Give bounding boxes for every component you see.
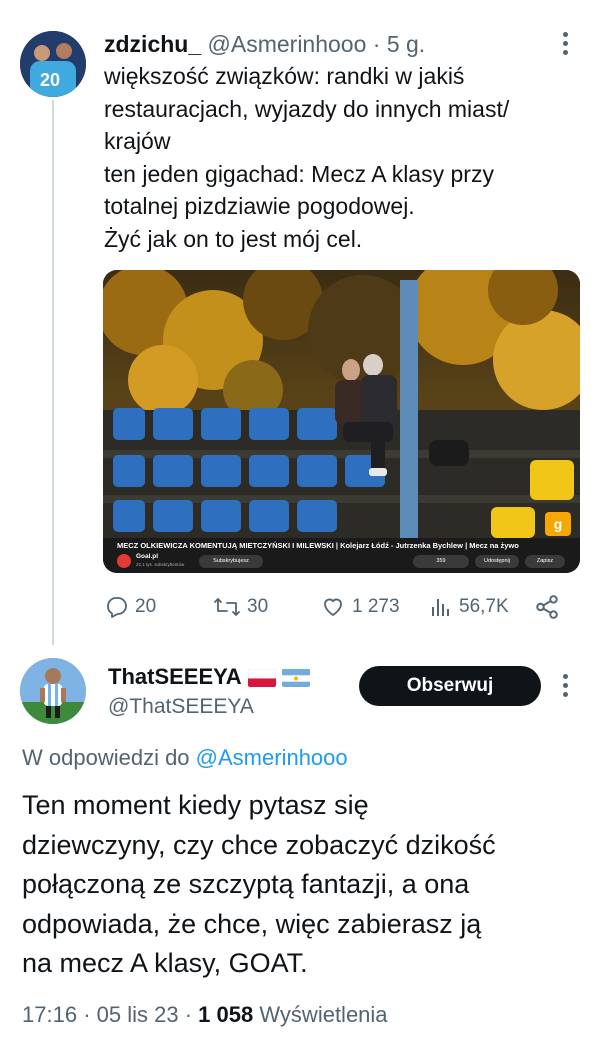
reply-to-link[interactable]: @Asmerinhooo [196, 745, 348, 770]
channel-badge-icon: g [545, 512, 571, 536]
svg-text:20: 20 [40, 70, 60, 90]
reply-count: 20 [135, 596, 157, 617]
share-button[interactable] [534, 592, 565, 622]
tweet1-header: zdzichu_ @Asmerinhooo · 5 g. [104, 30, 425, 58]
argentina-flag-icon [281, 668, 310, 687]
display-name[interactable]: zdzichu_ [104, 31, 201, 57]
display-name[interactable]: ThatSEEEYA [108, 664, 242, 690]
views-button[interactable]: 56,7K [428, 592, 509, 622]
tweet-text-line: większość związków: randki w jakiś [104, 63, 465, 89]
tweet-text-line: restauracjach, wyjazdy do innych miast/ [104, 95, 510, 122]
tweet-text-line: krajów [104, 128, 171, 154]
avatar-thatseeeya[interactable] [20, 658, 86, 724]
video-save-pill: Zapisz [525, 555, 565, 568]
tweet-text-line: połączoną ze szczyptą fantazji, a ona [22, 869, 470, 899]
channel-logo-icon [117, 554, 131, 568]
tweet-time[interactable]: 17:16 [22, 1002, 77, 1027]
heart-icon [324, 598, 342, 616]
views-label: Wyświetlenia [259, 1002, 388, 1027]
tweet-original: 20 zdzichu_ @Asmerinhooo · 5 g. większoś… [0, 0, 600, 645]
views-number: 1 058 [198, 1002, 254, 1027]
like-button[interactable]: 1 273 [319, 592, 400, 622]
stadium-photo [103, 270, 580, 538]
video-title: MECZ OLKIEWICZA KOMENTUJĄ MIETCZYŃSKI I … [117, 541, 519, 550]
tweet-reply: ThatSEEEYA @ThatSEEEYA Obserwuj W odpowi… [0, 640, 600, 1047]
tweet-text-line: Żyć jak on to jest mój cel. [104, 225, 363, 252]
tweet-text-line: na mecz A klasy, GOAT. [22, 948, 308, 978]
tweet-date[interactable]: 05 lis 23 [97, 1002, 179, 1027]
tweet2-meta: 17:16 · 05 lis 23 · 1 058 Wyświetlenia [22, 1002, 388, 1027]
timestamp[interactable]: · 5 g. [373, 31, 425, 57]
more-options-icon[interactable] [563, 32, 569, 59]
reply-icon [107, 597, 127, 618]
tweet-text-line: odpowiada, że chce, więc zabierasz ją [22, 908, 482, 939]
tweet-media-image[interactable]: MECZ OLKIEWICZA KOMENTUJĄ MIETCZYŃSKI I … [103, 270, 580, 573]
share-icon [536, 595, 558, 619]
reply-button[interactable]: 20 [104, 592, 156, 622]
channel-name: Goal.pl [136, 553, 159, 560]
reply-author-name-row[interactable]: ThatSEEEYA [108, 664, 310, 690]
replying-to: W odpowiedzi do @Asmerinhooo [22, 745, 348, 771]
tweet2-text: Ten moment kiedy pytasz się dziewczyny, … [22, 786, 582, 984]
retweet-button[interactable]: 30 [212, 592, 268, 622]
tweet-text-line: ten jeden gigachad: Mecz A klasy przy [104, 160, 494, 187]
views-chart-icon [432, 599, 449, 616]
handle[interactable]: @Asmerinhooo [208, 31, 367, 57]
retweet-icon [214, 598, 240, 616]
tweet1-text: większość związków: randki w jakiś resta… [104, 60, 584, 255]
tweet1-actions: 20 30 1 273 56,7K [104, 592, 574, 622]
avatar-zdzichu[interactable]: 20 [20, 31, 86, 97]
video-share-pill: Udostępnij [475, 555, 519, 568]
views-count: 56,7K [459, 596, 509, 617]
video-likes-pill: 359 [413, 555, 469, 568]
handle[interactable]: @ThatSEEEYA [108, 695, 254, 719]
subscribe-pill: Subskrybujesz [199, 555, 263, 568]
more-options-icon[interactable] [563, 674, 569, 701]
channel-subscribers: 22,1 tys. subskrybentów [136, 562, 185, 567]
like-count: 1 273 [352, 596, 400, 617]
thread-line [52, 100, 54, 645]
follow-button[interactable]: Obserwuj [359, 666, 541, 706]
reply-prefix: W odpowiedzi do [22, 745, 190, 770]
poland-flag-icon [247, 668, 276, 687]
tweet-text-line: dziewczyny, czy chce zobaczyć dzikość [22, 829, 496, 860]
tweet-text-line: Ten moment kiedy pytasz się [22, 790, 369, 820]
retweet-count: 30 [247, 596, 269, 617]
tweet-text-line: totalnej pizdziawie pogodowej. [104, 193, 415, 219]
